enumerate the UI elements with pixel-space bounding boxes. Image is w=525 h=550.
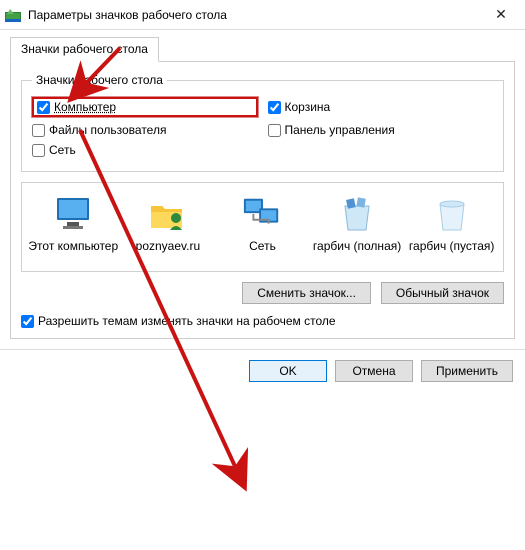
preview-label: poznyaev.ru xyxy=(136,239,200,253)
close-button[interactable]: ✕ xyxy=(481,6,521,23)
preview-recycle-empty[interactable]: гарбич (пустая) xyxy=(407,195,497,253)
apply-button[interactable]: Применить xyxy=(421,360,513,382)
preview-this-pc[interactable]: Этот компьютер xyxy=(28,195,118,253)
checkbox-recyclebin-input[interactable] xyxy=(268,101,281,114)
ok-button[interactable]: OK xyxy=(249,360,327,382)
checkbox-allow-themes-label: Разрешить темам изменять значки на рабоч… xyxy=(38,314,336,328)
icon-preview-list: Этот компьютер poznyaev.ru xyxy=(21,182,504,272)
checkbox-network[interactable]: Сеть xyxy=(32,143,258,157)
recycle-full-icon xyxy=(337,195,377,235)
checkbox-computer-input[interactable] xyxy=(37,101,50,114)
default-icon-button[interactable]: Обычный значок xyxy=(381,282,504,304)
checkbox-controlpanel[interactable]: Панель управления xyxy=(268,123,494,137)
checkbox-userfiles[interactable]: Файлы пользователя xyxy=(32,123,258,137)
preview-label: Сеть xyxy=(249,239,276,253)
checkbox-controlpanel-input[interactable] xyxy=(268,124,281,137)
recycle-empty-icon xyxy=(432,195,472,235)
group-desktop-icons: Значки рабочего стола Компьютер Корзина … xyxy=(21,73,504,172)
app-icon xyxy=(4,6,22,24)
checkbox-controlpanel-label: Панель управления xyxy=(285,123,395,137)
preview-userfolder[interactable]: poznyaev.ru xyxy=(123,195,213,253)
checkbox-network-input[interactable] xyxy=(32,144,45,157)
preview-label: гарбич (пустая) xyxy=(409,239,495,253)
checkbox-allow-themes-input[interactable] xyxy=(21,315,34,328)
titlebar: Параметры значков рабочего стола ✕ xyxy=(0,0,525,30)
checkbox-allow-themes[interactable]: Разрешить темам изменять значки на рабоч… xyxy=(21,314,504,328)
tabstrip: Значки рабочего стола xyxy=(10,36,515,62)
preview-network[interactable]: Сеть xyxy=(217,195,307,253)
preview-label: Этот компьютер xyxy=(28,239,118,253)
checkbox-recyclebin[interactable]: Корзина xyxy=(268,97,494,117)
user-folder-icon xyxy=(148,195,188,235)
checkbox-userfiles-label: Файлы пользователя xyxy=(49,123,166,137)
dialog-footer: OK Отмена Применить xyxy=(0,349,525,392)
preview-label: гарбич (полная) xyxy=(313,239,401,253)
checkbox-recyclebin-label: Корзина xyxy=(285,100,331,114)
tab-desktop-icons[interactable]: Значки рабочего стола xyxy=(10,37,159,62)
tab-panel: Значки рабочего стола Компьютер Корзина … xyxy=(10,61,515,339)
monitor-icon xyxy=(53,195,93,235)
window-title: Параметры значков рабочего стола xyxy=(28,8,481,22)
checkbox-network-label: Сеть xyxy=(49,143,76,157)
checkbox-userfiles-input[interactable] xyxy=(32,124,45,137)
group-title: Значки рабочего стола xyxy=(32,73,167,87)
cancel-button[interactable]: Отмена xyxy=(335,360,413,382)
change-icon-button[interactable]: Сменить значок... xyxy=(242,282,371,304)
checkbox-computer[interactable]: Компьютер xyxy=(32,97,258,117)
checkbox-computer-label: Компьютер xyxy=(54,100,116,114)
preview-recycle-full[interactable]: гарбич (полная) xyxy=(312,195,402,253)
network-icon xyxy=(242,195,282,235)
